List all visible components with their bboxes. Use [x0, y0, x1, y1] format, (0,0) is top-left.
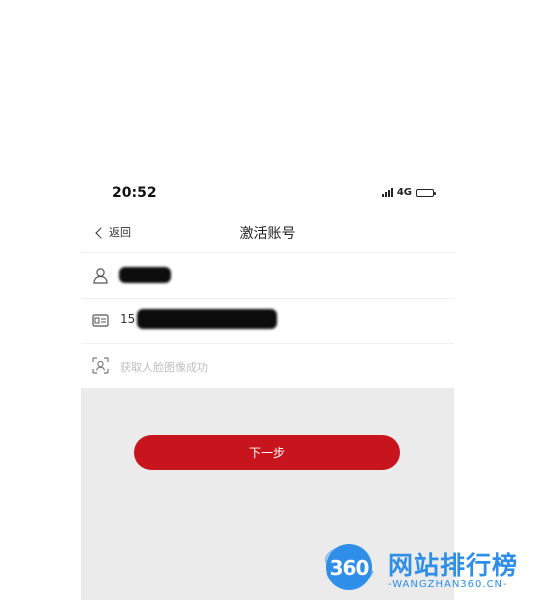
user-icon — [93, 268, 108, 284]
status-bar: 20:52 4G — [81, 172, 454, 214]
page: 20:52 4G 返回 激活账号 15 获取人脸图像成功 下一步 360 网站排… — [0, 0, 534, 600]
watermark-subtitle: -WANGZHAN360.CN- — [388, 579, 508, 590]
signal-icon — [381, 188, 393, 197]
watermark-logo-text: 360 — [329, 556, 370, 580]
page-title: 激活账号 — [239, 226, 296, 242]
face-capture-row: 获取人脸图像成功 — [81, 343, 454, 388]
face-scan-icon — [92, 357, 109, 374]
status-time: 20:52 — [112, 185, 157, 201]
redacted-name — [119, 267, 171, 283]
id-number-value: 15 — [120, 312, 136, 326]
status-indicators: 4G — [381, 187, 436, 198]
name-row — [81, 253, 454, 299]
phone-screen: 20:52 4G 返回 激活账号 15 获取人脸图像成功 下一步 — [81, 172, 454, 600]
watermark-title: 网站排行榜 — [388, 551, 519, 580]
face-capture-status: 获取人脸图像成功 — [120, 361, 208, 374]
id-number-row: 15 — [81, 298, 454, 344]
network-type: 4G — [396, 187, 412, 198]
redacted-id-number — [137, 309, 277, 329]
next-step-button[interactable]: 下一步 — [134, 435, 400, 470]
navigation-bar: 返回 激活账号 — [81, 214, 454, 253]
battery-icon — [416, 188, 436, 197]
id-card-icon — [92, 314, 109, 327]
watermark: 360 网站排行榜 -WANGZHAN360.CN- — [322, 540, 534, 596]
